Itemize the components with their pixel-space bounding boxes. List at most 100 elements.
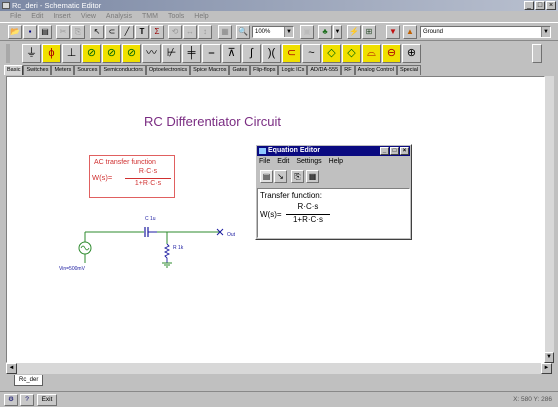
text-icon[interactable]: T	[135, 25, 149, 39]
zoom-icon[interactable]: 🔍	[236, 25, 250, 39]
zoom-select[interactable]: 100% ▼	[252, 26, 294, 38]
eq-menu-help[interactable]: Help	[329, 157, 343, 167]
tab-logic-ics[interactable]: Logic ICs	[278, 65, 308, 75]
cut-icon[interactable]: ✂	[56, 25, 70, 39]
tab-meters[interactable]: Meters	[51, 65, 75, 75]
tab-rf[interactable]: RF	[341, 65, 355, 75]
open-icon[interactable]: 📂	[8, 25, 22, 39]
tab-spice-macros[interactable]: Spice Macros	[190, 65, 230, 75]
pulse-source-icon[interactable]: ⊘	[122, 44, 141, 63]
vertical-scrollbar[interactable]: ▼	[544, 76, 554, 363]
menu-help[interactable]: Help	[194, 11, 208, 22]
lasso-icon[interactable]: ⊂	[105, 25, 119, 39]
ac-source-icon[interactable]: ⊘	[102, 44, 121, 63]
ammeter-icon[interactable]: ◇	[342, 44, 361, 63]
minimize-button[interactable]: _	[524, 1, 534, 10]
eq-calc-icon[interactable]: ▦	[306, 170, 319, 183]
component-icon[interactable]: ▲	[403, 25, 417, 39]
horizontal-scrollbar[interactable]: ◄ ►	[6, 363, 552, 374]
eq-edit-icon[interactable]: ▤	[260, 170, 273, 183]
lamp-icon[interactable]: ⊂	[282, 44, 301, 63]
capacitor-icon[interactable]: ⊬	[162, 44, 181, 63]
input-icon[interactable]: ⊕	[402, 44, 421, 63]
eq-menu-file[interactable]: File	[259, 157, 270, 167]
ground-icon[interactable]: ⏚	[22, 44, 41, 63]
tab-analog-control[interactable]: Analog Control	[354, 65, 397, 75]
grid-icon[interactable]: ▦	[218, 25, 232, 39]
exit-button[interactable]: Exit	[37, 394, 57, 406]
fit-icon[interactable]: ▣	[300, 25, 314, 39]
voltage-source-icon[interactable]: ϕ	[42, 44, 61, 63]
tab-semiconductors[interactable]: Semiconductors	[100, 65, 146, 75]
toolbar-scroll-button[interactable]	[532, 44, 542, 63]
chevron-down-icon[interactable]: ▼	[284, 27, 293, 37]
meter-icon[interactable]: ~	[302, 44, 321, 63]
eq-close-button[interactable]: ×	[400, 147, 409, 155]
menu-edit[interactable]: Edit	[31, 11, 43, 22]
copy-icon[interactable]: ⎘	[71, 25, 85, 39]
eq-copy-icon[interactable]: ⎘	[291, 170, 304, 183]
component-select-value: Ground	[423, 29, 444, 35]
tab-flip-flops[interactable]: Flip-flops	[250, 65, 279, 75]
battery-icon[interactable]: ⊥	[62, 44, 81, 63]
inductor-icon[interactable]: ╪	[182, 44, 201, 63]
analysis-icon[interactable]: ♣	[318, 25, 332, 39]
close-button[interactable]: ×	[546, 1, 556, 10]
tab-basic[interactable]: Basic	[4, 65, 24, 75]
print-icon[interactable]: ▤	[38, 25, 52, 39]
flip-h-icon[interactable]: ↔	[183, 25, 197, 39]
equation-editor-menu: File Edit Settings Help	[259, 157, 343, 167]
menu-view[interactable]: View	[81, 11, 96, 22]
analysis-dropdown-icon[interactable]: ▼	[333, 25, 342, 39]
tab-gates[interactable]: Gates	[229, 65, 251, 75]
eq-minimize-button[interactable]: _	[380, 147, 389, 155]
current-source-icon[interactable]: ⊘	[82, 44, 101, 63]
status-settings-icon[interactable]: ⚙	[4, 394, 18, 406]
equation-editor-title-bar[interactable]: Equation Editor _ □ ×	[257, 146, 410, 156]
tab-special[interactable]: Special	[396, 65, 421, 75]
ground-icon	[162, 262, 172, 268]
pin-icon[interactable]: ▼	[386, 25, 400, 39]
tab-optoelectronics[interactable]: Optoelectronics	[145, 65, 191, 75]
save-icon[interactable]: ▪	[23, 25, 37, 39]
scroll-right-icon[interactable]: ►	[541, 363, 552, 374]
equation-editor-window[interactable]: Equation Editor _ □ × File Edit Settings…	[255, 144, 412, 240]
scroll-down-icon[interactable]: ▼	[544, 352, 554, 363]
status-help-icon[interactable]: ?	[20, 394, 34, 406]
tab-switches[interactable]: Switches	[23, 65, 52, 75]
switch-icon[interactable]: ⎯	[202, 44, 221, 63]
tab-ad-da-555[interactable]: AD/DA-555	[307, 65, 342, 75]
component-tabs: Basic Switches Meters Sources Semiconduc…	[0, 64, 558, 75]
menu-analysis[interactable]: Analysis	[106, 11, 132, 22]
tab-sources[interactable]: Sources	[74, 65, 101, 75]
symbol-icon[interactable]: Σ	[150, 25, 164, 39]
menu-file[interactable]: File	[10, 11, 21, 22]
document-tab[interactable]: Rc_der	[14, 375, 44, 386]
scroll-left-icon[interactable]: ◄	[6, 363, 17, 374]
menu-tools[interactable]: Tools	[168, 11, 184, 22]
toolbar-handle[interactable]	[6, 44, 10, 63]
eq-pointer-icon[interactable]: ↘	[274, 170, 287, 183]
rotate-icon[interactable]: ⟲	[168, 25, 182, 39]
select-arrow-icon[interactable]: ↖	[90, 25, 104, 39]
measurement-icon[interactable]: ⊞	[362, 25, 376, 39]
component-select[interactable]: Ground ▼	[420, 26, 551, 38]
eq-maximize-button[interactable]: □	[390, 147, 399, 155]
dc-analysis-icon[interactable]: ⚡	[347, 25, 361, 39]
eq-menu-edit[interactable]: Edit	[277, 157, 289, 167]
flip-v-icon[interactable]: ↕	[198, 25, 212, 39]
eq-menu-settings[interactable]: Settings	[296, 157, 321, 167]
probe-icon[interactable]: ⌓	[362, 44, 381, 63]
menu-insert[interactable]: Insert	[53, 11, 71, 22]
diode-icon[interactable]: ⊼	[222, 44, 241, 63]
maximize-button[interactable]: □	[535, 1, 545, 10]
transformer-icon[interactable]: )(	[262, 44, 281, 63]
transistor-icon[interactable]: ∫	[242, 44, 261, 63]
menu-tmm[interactable]: TMM	[142, 11, 158, 22]
output-icon[interactable]: ⊖	[382, 44, 401, 63]
chevron-down-icon[interactable]: ▼	[541, 27, 550, 37]
equation-text-area[interactable]: Transfer function: W(s)= R·C·s 1+R·C·s	[257, 188, 410, 238]
voltmeter-icon[interactable]: ◇	[322, 44, 341, 63]
resistor-icon[interactable]: 〰	[142, 44, 161, 63]
wire-icon[interactable]: ╱	[120, 25, 134, 39]
